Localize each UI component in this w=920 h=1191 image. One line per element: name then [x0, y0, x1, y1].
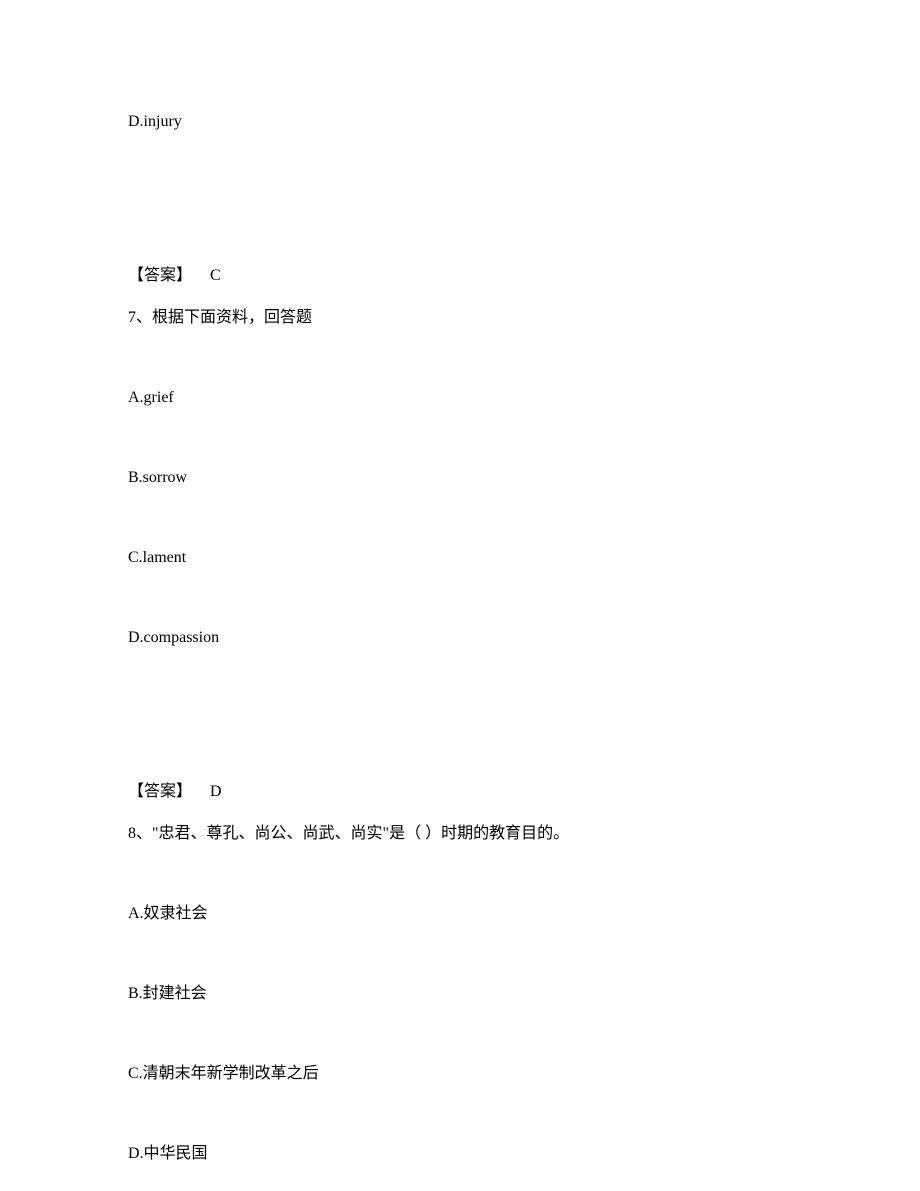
q6-answer: 【答案】 C — [128, 264, 792, 288]
q7-answer-value: D — [210, 783, 222, 800]
q8-question: 8、"忠君、尊孔、尚公、尚武、尚实"是（ ）时期的教育目的。 — [128, 822, 792, 846]
q7-option-d: D.compassion — [128, 626, 792, 650]
q6-answer-label: 【答案】 — [128, 267, 192, 284]
q7-question: 7、根据下面资料，回答题 — [128, 306, 792, 330]
q8-option-b: B.封建社会 — [128, 982, 792, 1006]
q8-option-c: C.清朝末年新学制改革之后 — [128, 1062, 792, 1086]
q8-option-d: D.中华民国 — [128, 1142, 792, 1166]
q6-option-d: D.injury — [128, 110, 792, 134]
q7-answer: 【答案】 D — [128, 780, 792, 804]
q8-option-a: A.奴隶社会 — [128, 902, 792, 926]
q7-option-a: A.grief — [128, 386, 792, 410]
q7-answer-label: 【答案】 — [128, 783, 192, 800]
q7-option-c: C.lament — [128, 546, 792, 570]
q7-option-b: B.sorrow — [128, 466, 792, 490]
q6-answer-value: C — [210, 267, 221, 284]
